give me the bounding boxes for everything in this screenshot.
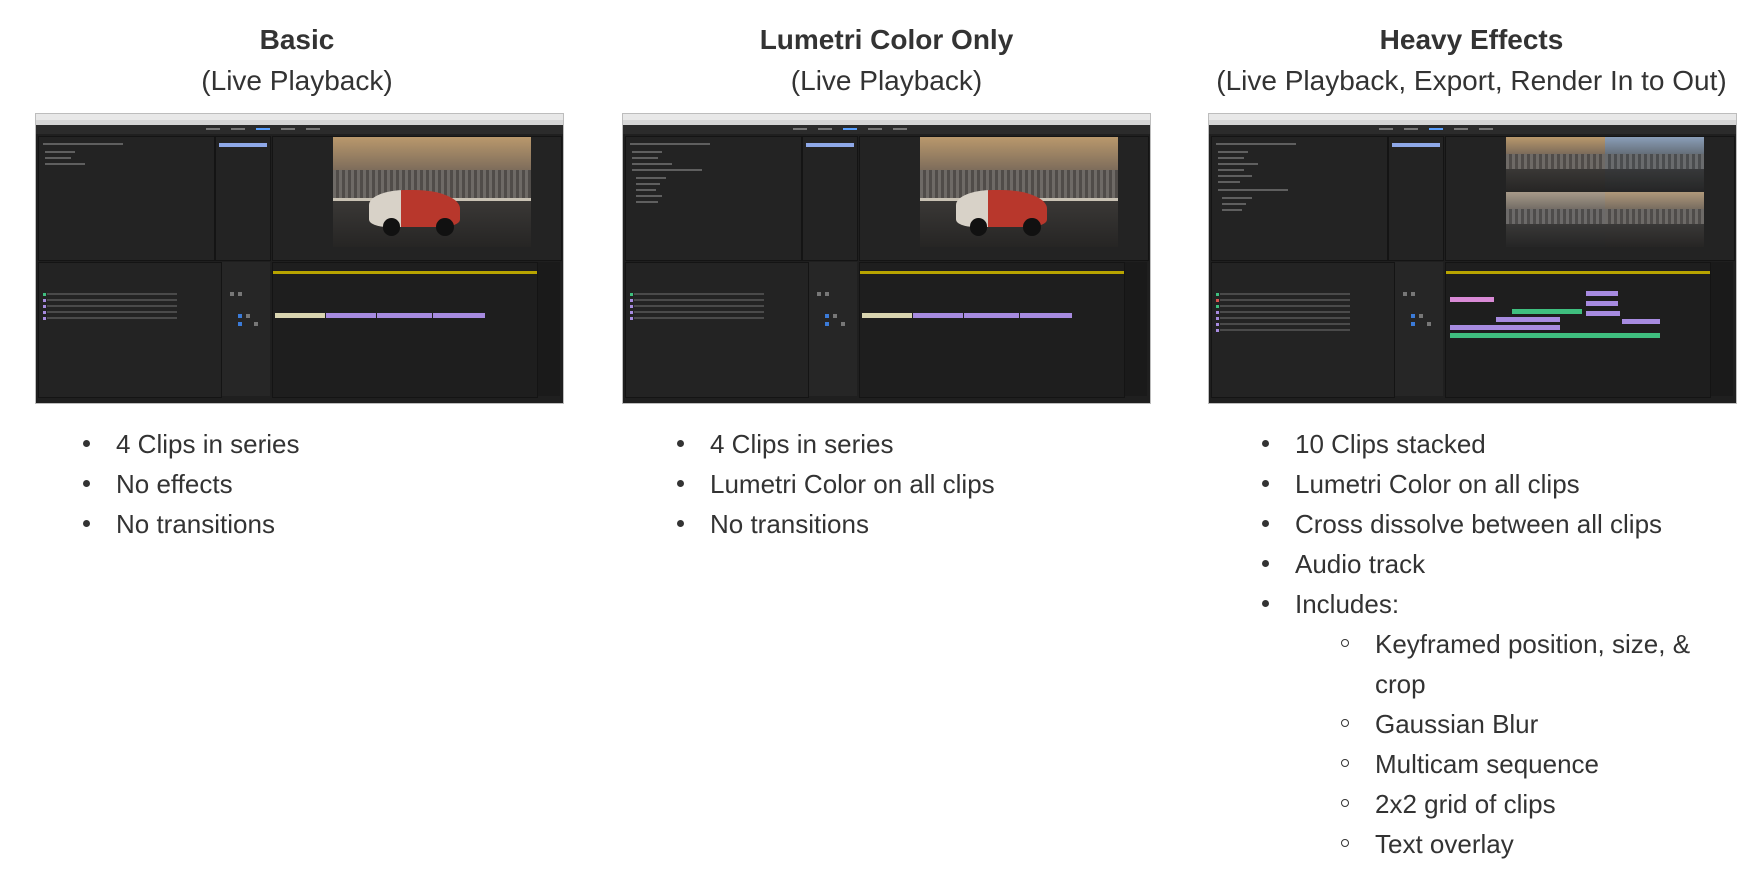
audio-meter [1711, 262, 1733, 396]
list-item: Lumetri Color on all clips [674, 464, 995, 504]
effect-controls-timeline [215, 136, 271, 261]
timeline-clip [433, 313, 485, 318]
column-subtitle: (Live Playback) [790, 65, 983, 96]
list-item: 10 Clips stacked [1259, 424, 1719, 464]
list-item: No effects [80, 464, 300, 504]
list-item: Cross dissolve between all clips [1259, 504, 1719, 544]
timeline-clip [1450, 297, 1494, 302]
sub-list-item: Multicam sequence [1339, 744, 1719, 784]
audio-meter [538, 262, 560, 396]
program-video-quad-grid [1506, 137, 1704, 247]
timeline-clip [1586, 291, 1618, 296]
bullet-list: 10 Clips stacked Lumetri Color on all cl… [1259, 424, 1719, 864]
column-subtitle: (Live Playback) [201, 65, 393, 96]
program-video-frame [333, 137, 531, 247]
timeline-clip [1496, 317, 1560, 322]
timeline-clip [1450, 325, 1560, 330]
premiere-pro-screenshot [622, 113, 1151, 404]
column-heavy-effects: Heavy Effects (Live Playback, Export, Re… [1179, 0, 1764, 859]
list-item: 4 Clips in series [674, 424, 995, 464]
sub-list-item: Gaussian Blur [1339, 704, 1719, 744]
sequence-timeline [1445, 262, 1711, 398]
sequence-timeline [272, 262, 538, 398]
effect-controls-panel [38, 136, 215, 261]
list-item: No transitions [674, 504, 995, 544]
column-title: Heavy Effects [1379, 24, 1564, 55]
bullet-list: 4 Clips in series Lumetri Color on all c… [674, 424, 995, 544]
premiere-pro-screenshot-quad [1208, 113, 1737, 404]
premiere-pro-screenshot [35, 113, 564, 404]
effect-controls-timeline [1388, 136, 1444, 261]
timeline-clip [1450, 333, 1660, 338]
list-item: 4 Clips in series [80, 424, 300, 464]
sequence-timeline [859, 262, 1125, 398]
sub-list-item: Text overlay [1339, 824, 1719, 864]
effect-controls-panel [625, 136, 802, 261]
column-title: Basic [259, 24, 335, 55]
project-panel [1211, 262, 1395, 398]
workspace-bar [36, 125, 563, 134]
effect-controls-timeline [802, 136, 858, 261]
audio-meter [1125, 262, 1147, 396]
list-item-label: Includes: [1295, 589, 1400, 619]
tools-panel [809, 262, 857, 396]
timeline-clip [377, 313, 432, 318]
list-item-includes: Includes: Keyframed position, size, & cr… [1259, 584, 1719, 864]
column-basic: Basic (Live Playback) 4 Clips in series … [0, 0, 594, 539]
timeline-clip [964, 313, 1019, 318]
tools-panel [222, 262, 270, 396]
workspace-bar [623, 125, 1150, 134]
tools-panel [1395, 262, 1443, 396]
timeline-clip [1586, 311, 1620, 316]
list-item: Audio track [1259, 544, 1719, 584]
timeline-clip [913, 313, 963, 318]
column-subtitle: (Live Playback, Export, Render In to Out… [1216, 65, 1727, 96]
timeline-clip [862, 313, 912, 318]
workspace-bar [1209, 125, 1736, 134]
timeline-clip [326, 313, 376, 318]
list-item: Lumetri Color on all clips [1259, 464, 1719, 504]
list-item: No transitions [80, 504, 300, 544]
timeline-clip [1622, 319, 1660, 324]
timeline-clip [275, 313, 325, 318]
effect-controls-panel [1211, 136, 1388, 261]
bullet-list: 4 Clips in series No effects No transiti… [80, 424, 300, 544]
project-panel [38, 262, 222, 398]
program-video-frame [920, 137, 1118, 247]
project-panel [625, 262, 809, 398]
sub-list-item: Keyframed position, size, & crop [1339, 624, 1719, 704]
sub-list-item: 2x2 grid of clips [1339, 784, 1719, 824]
sub-bullet-list: Keyframed position, size, & crop Gaussia… [1295, 624, 1719, 864]
timeline-clip [1586, 301, 1618, 306]
column-lumetri: Lumetri Color Only (Live Playback) 4 Cli… [594, 0, 1179, 539]
timeline-clip [1512, 309, 1582, 314]
timeline-clip [1020, 313, 1072, 318]
column-title: Lumetri Color Only [759, 24, 1014, 55]
